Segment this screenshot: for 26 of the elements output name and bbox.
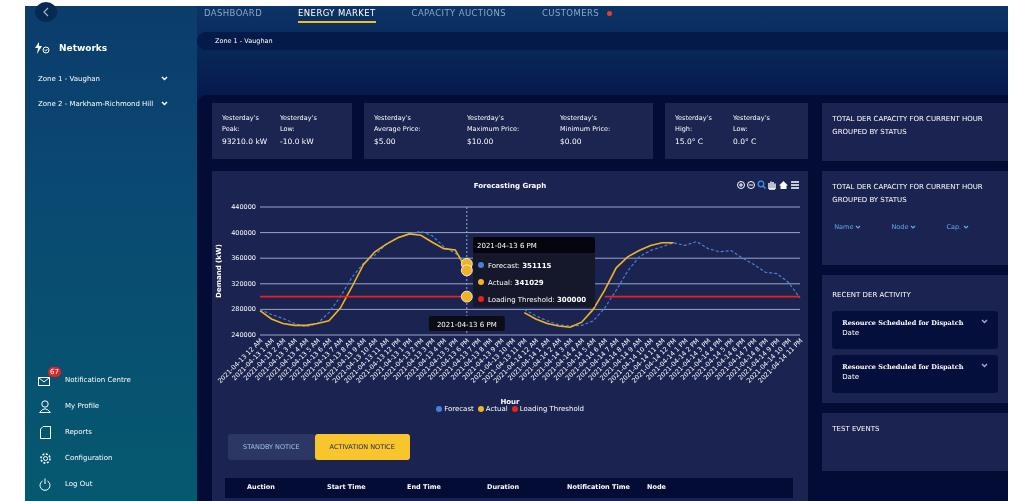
chevron-icon bbox=[855, 225, 862, 229]
chevron-icon bbox=[963, 225, 970, 229]
back-button[interactable] bbox=[35, 2, 57, 22]
chevron-icon bbox=[910, 225, 917, 229]
chevron-icon bbox=[981, 363, 988, 368]
user-icon bbox=[39, 399, 51, 413]
document-icon bbox=[39, 425, 51, 439]
nav-tab[interactable]: DASHBOARD bbox=[204, 8, 263, 21]
hover-marker bbox=[460, 290, 473, 303]
hand-icon[interactable] bbox=[768, 180, 776, 190]
hover-marker bbox=[460, 264, 473, 277]
nav-tab[interactable]: CAPACITY AUCTIONS bbox=[411, 8, 506, 21]
mail-icon bbox=[38, 374, 52, 386]
nav-tab[interactable]: ENERGY MARKET bbox=[298, 8, 376, 23]
search-icon[interactable] bbox=[757, 180, 767, 190]
sidebar-header: Networks bbox=[59, 43, 108, 53]
menu-icon[interactable] bbox=[790, 181, 800, 189]
network-icon bbox=[35, 42, 51, 54]
back-icon bbox=[42, 7, 50, 17]
zoom-in-icon[interactable] bbox=[737, 181, 745, 189]
settings-icon bbox=[38, 451, 52, 465]
home-icon[interactable] bbox=[779, 181, 788, 189]
chevron-icon bbox=[981, 319, 988, 324]
power-icon bbox=[39, 477, 51, 491]
zoom-out-icon[interactable] bbox=[747, 181, 755, 189]
nav-tab[interactable]: CUSTOMERS bbox=[542, 8, 613, 21]
